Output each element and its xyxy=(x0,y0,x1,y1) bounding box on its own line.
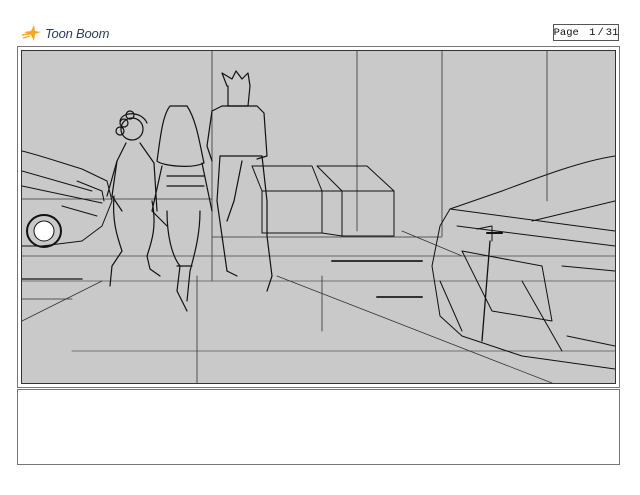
storyboard-sketch xyxy=(22,51,615,383)
storyboard-panel xyxy=(21,50,616,384)
crates xyxy=(251,165,395,237)
page-header: Toon Boom Page 1 / 31 xyxy=(0,0,640,46)
right-car xyxy=(431,155,615,370)
figure-left xyxy=(106,110,161,287)
logo-text: Toon Boom xyxy=(45,25,110,41)
toon-boom-star-icon xyxy=(22,25,41,41)
page-indicator: Page 1 / 31 xyxy=(553,24,619,41)
toon-boom-logo: Toon Boom xyxy=(22,22,109,44)
page-total: 31 xyxy=(605,26,619,39)
caption-box[interactable] xyxy=(17,389,620,465)
figure-right xyxy=(206,70,273,292)
page-label: Page xyxy=(553,26,579,39)
garage-wall-lines xyxy=(22,51,615,383)
figure-middle xyxy=(151,105,213,312)
page-current: 1 xyxy=(589,26,596,39)
